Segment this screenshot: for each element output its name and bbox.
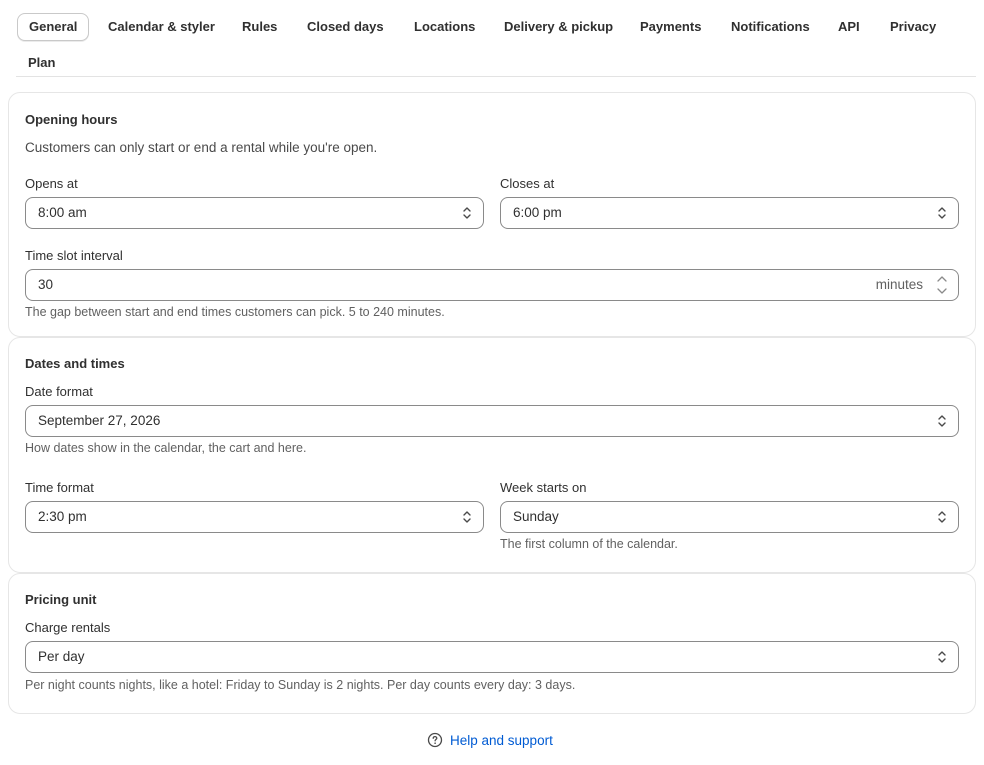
opens-at-value: 8:00 am (38, 205, 87, 220)
date-format-label: Date format (25, 384, 93, 399)
tab-notifications[interactable]: Notifications (720, 13, 821, 41)
question-circle-icon (427, 732, 443, 748)
select-chevron-icon (938, 415, 946, 427)
tab-calendar-styler[interactable]: Calendar & styler (97, 13, 226, 41)
select-chevron-icon (463, 511, 471, 523)
tab-payments[interactable]: Payments (629, 13, 712, 41)
opens-at-label: Opens at (25, 176, 78, 191)
time-format-select[interactable]: 2:30 pm (25, 501, 484, 533)
opens-at-select[interactable]: 8:00 am (25, 197, 484, 229)
date-format-value: September 27, 2026 (38, 413, 161, 428)
date-format-help: How dates show in the calendar, the cart… (25, 441, 307, 455)
tab-plan[interactable]: Plan (17, 49, 66, 77)
select-chevron-icon (463, 207, 471, 219)
week-start-select[interactable]: Sunday (500, 501, 959, 533)
number-spinner-icon[interactable] (934, 273, 950, 297)
interval-input[interactable]: 30 minutes (25, 269, 959, 301)
tab-privacy[interactable]: Privacy (879, 13, 947, 41)
week-start-help: The first column of the calendar. (500, 537, 678, 551)
closes-at-label: Closes at (500, 176, 555, 191)
time-format-label: Time format (25, 480, 94, 495)
tab-closed-days[interactable]: Closed days (296, 13, 395, 41)
tabs-divider (16, 76, 976, 77)
interval-help: The gap between start and end times cust… (25, 305, 445, 319)
closes-at-select[interactable]: 6:00 pm (500, 197, 959, 229)
charge-rentals-help: Per night counts nights, like a hotel: F… (25, 678, 576, 692)
charge-rentals-select[interactable]: Per day (25, 641, 959, 673)
week-start-value: Sunday (513, 509, 559, 524)
week-start-label: Week starts on (500, 480, 587, 495)
pricing-title: Pricing unit (25, 592, 97, 607)
tab-general[interactable]: General (17, 13, 90, 41)
interval-label: Time slot interval (25, 248, 123, 263)
charge-rentals-label: Charge rentals (25, 620, 111, 635)
time-format-value: 2:30 pm (38, 509, 87, 524)
date-format-select[interactable]: September 27, 2026 (25, 405, 959, 437)
help-support-label: Help and support (450, 732, 553, 748)
tab-locations[interactable]: Locations (403, 13, 486, 41)
opening-hours-description: Customers can only start or end a rental… (25, 140, 378, 155)
closes-at-value: 6:00 pm (513, 205, 562, 220)
select-chevron-icon (938, 511, 946, 523)
interval-suffix: minutes (875, 277, 923, 292)
tab-api[interactable]: API (827, 13, 871, 41)
dates-times-title: Dates and times (25, 356, 125, 371)
tab-delivery-pickup[interactable]: Delivery & pickup (493, 13, 624, 41)
dates-times-card: Dates and times Date format September 27… (8, 337, 976, 573)
charge-rentals-value: Per day (38, 649, 85, 664)
select-chevron-icon (938, 651, 946, 663)
opening-hours-title: Opening hours (25, 112, 118, 127)
help-support-link[interactable]: Help and support (427, 730, 553, 750)
opening-hours-card: Opening hours Customers can only start o… (8, 92, 976, 337)
select-chevron-icon (938, 207, 946, 219)
pricing-card: Pricing unit Charge rentals Per day Per … (8, 573, 976, 714)
interval-value: 30 (38, 277, 54, 292)
tab-rules[interactable]: Rules (231, 13, 288, 41)
